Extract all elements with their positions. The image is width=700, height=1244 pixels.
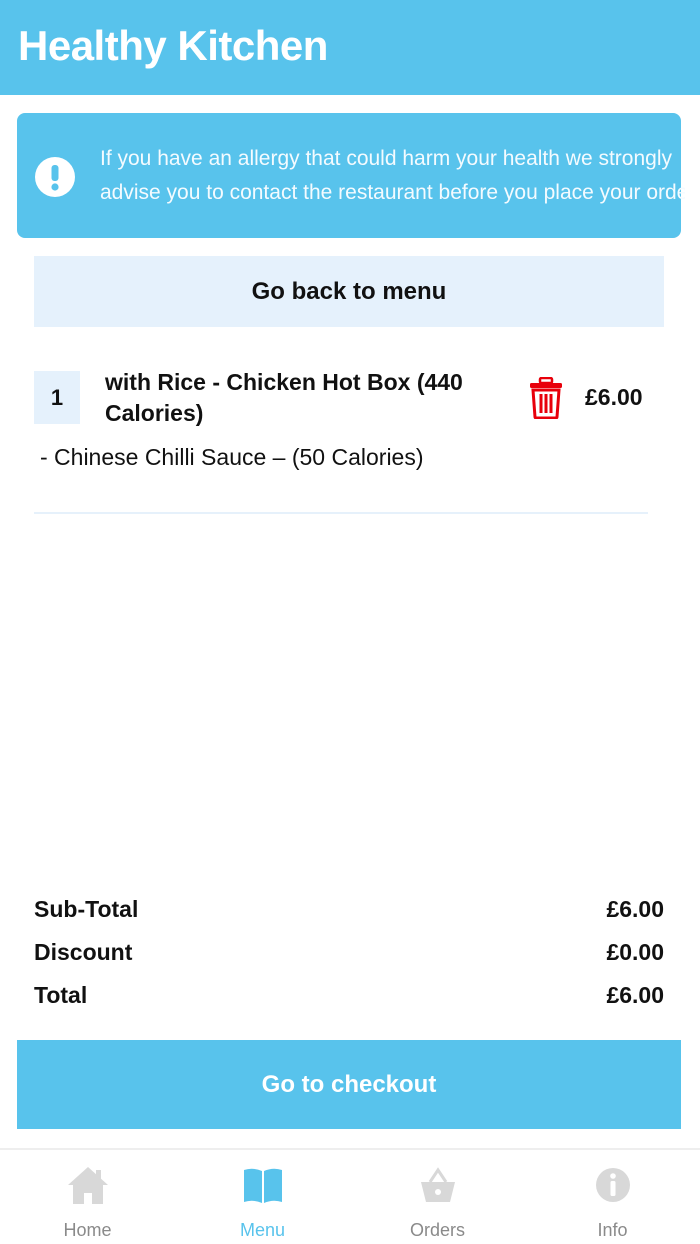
discount-row: Discount £0.00 (34, 939, 664, 969)
app-title: Healthy Kitchen (18, 22, 328, 69)
nav-label-home: Home (63, 1220, 112, 1240)
go-back-to-menu-button[interactable]: Go back to menu (34, 256, 664, 327)
nav-label-info: Info (597, 1220, 628, 1240)
item-price: £6.00 (585, 384, 643, 410)
go-to-checkout-button[interactable]: Go to checkout (17, 1040, 681, 1129)
home-icon (68, 1167, 108, 1204)
nav-item-info[interactable]: Info (525, 1150, 700, 1244)
allergy-notice-line: advise you to contact the restaurant bef… (100, 181, 685, 204)
allergy-notice-line: If you have an allergy that could harm y… (100, 147, 672, 170)
nav-item-menu[interactable]: Menu (175, 1150, 350, 1244)
discount-label: Discount (34, 939, 133, 965)
total-label: Total (34, 982, 88, 1008)
item-name: with Rice - Chicken Hot Box (440 Calorie… (105, 369, 463, 426)
item-option: - Chinese Chilli Sauce – (50 Calories) (40, 444, 424, 470)
subtotal-label: Sub-Total (34, 896, 139, 922)
info-icon (596, 1168, 630, 1202)
subtotal-row: Sub-Total £6.00 (34, 896, 664, 926)
subtotal-value: £6.00 (606, 896, 664, 922)
nav-item-orders[interactable]: Orders (350, 1150, 525, 1244)
total-row: Total £6.00 (34, 982, 664, 1012)
nav-label-orders: Orders (409, 1220, 465, 1240)
trash-icon[interactable] (529, 377, 563, 419)
item-quantity[interactable]: 1 (34, 371, 80, 424)
app-header: Healthy Kitchen (0, 0, 700, 95)
book-icon (244, 1168, 282, 1203)
nav-item-home[interactable]: Home (0, 1150, 175, 1244)
exclamation-circle-icon (35, 157, 75, 197)
total-value: £6.00 (606, 982, 664, 1008)
bottom-nav: Home Menu Orders Info (0, 1148, 700, 1244)
item-divider (34, 512, 648, 514)
allergy-notice-text: If you have an allergy that could harm y… (100, 142, 685, 210)
basket-icon (421, 1167, 455, 1202)
nav-label-menu: Menu (239, 1220, 286, 1240)
discount-value: £0.00 (606, 939, 664, 965)
